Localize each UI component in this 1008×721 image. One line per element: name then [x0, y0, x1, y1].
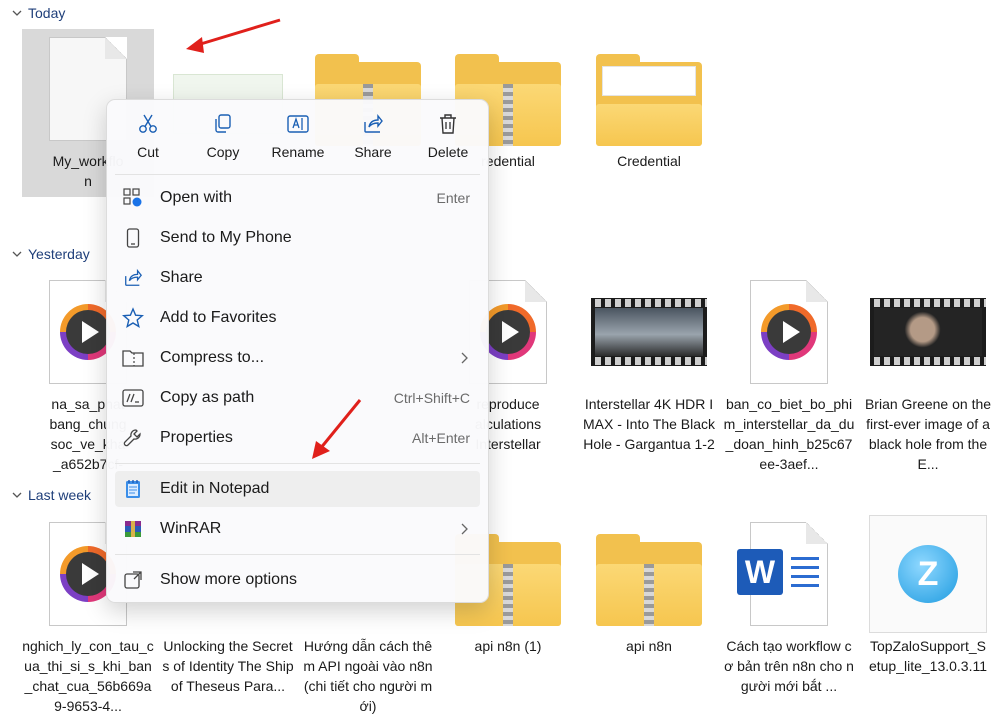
- winrar-icon: [125, 521, 141, 537]
- file-caption: api n8n (1): [474, 638, 542, 654]
- menu-item-show-more-options[interactable]: Show more options: [115, 562, 480, 598]
- share-label: Share: [354, 144, 392, 160]
- rename-button[interactable]: Rename: [261, 110, 335, 168]
- file-caption: ban_co_biet_bo_phim_interstellar_da_du_d…: [723, 396, 855, 472]
- file-caption: Credential: [617, 153, 681, 169]
- menu-item-add-to-favorites[interactable]: Add to Favorites: [115, 300, 480, 336]
- menu-item-compress-to[interactable]: Compress to...: [115, 340, 480, 376]
- menu-label: Share: [160, 269, 203, 286]
- video-thumbnail: [591, 298, 707, 366]
- copy-icon: [215, 114, 231, 133]
- group-header-last-week[interactable]: Last week: [12, 485, 91, 505]
- rename-label: Rename: [271, 144, 325, 160]
- menu-item-properties[interactable]: Properties Alt+Enter: [115, 420, 480, 456]
- chevron-down-icon: [12, 492, 22, 498]
- notepad-icon: [126, 480, 140, 498]
- file-tile-credential[interactable]: Credential: [583, 29, 715, 239]
- file-caption: Hướng dẫn cách thêm API ngoài vào n8n (c…: [303, 638, 433, 714]
- menu-item-edit-in-notepad[interactable]: Edit in Notepad: [115, 471, 480, 507]
- group-title-yesterday: Yesterday: [28, 246, 90, 262]
- media-file-icon: [750, 280, 828, 384]
- star-icon: [122, 307, 144, 328]
- chevron-right-icon: [461, 352, 468, 364]
- file-tile-api-n8n[interactable]: api n8n: [583, 514, 715, 721]
- file-caption: Brian Greene on the first-ever image of …: [864, 396, 992, 472]
- menu-shortcut: Enter: [436, 190, 470, 206]
- delete-button[interactable]: Delete: [411, 110, 485, 168]
- menu-item-send-to-phone[interactable]: Send to My Phone: [115, 220, 480, 256]
- file-tile-zalo-setup[interactable]: Z TopZaloSupport_Setup_lite_13.0.3.11: [868, 514, 988, 721]
- chevron-down-icon: [12, 251, 22, 257]
- zip-folder-icon: [596, 534, 702, 626]
- file-tile-interstellar-video[interactable]: Interstellar 4K HDR IMAX - Into The Blac…: [583, 272, 715, 482]
- cut-label: Cut: [137, 144, 159, 160]
- file-tile-media-3[interactable]: ban_co_biet_bo_phim_interstellar_da_du_d…: [723, 272, 855, 482]
- menu-shortcut: Alt+Enter: [412, 430, 470, 446]
- group-title-today: Today: [28, 5, 66, 21]
- menu-item-copy-as-path[interactable]: Copy as path Ctrl+Shift+C: [115, 380, 480, 416]
- file-caption: Unlocking the Secrets of Identity The Sh…: [162, 638, 294, 694]
- word-document-icon: W: [737, 522, 828, 626]
- wrench-icon: [123, 429, 141, 447]
- red-annotation-arrow: [186, 18, 281, 53]
- file-caption: api n8n: [626, 638, 672, 654]
- cut-button[interactable]: Cut: [111, 110, 185, 168]
- chevron-down-icon: [12, 10, 22, 16]
- file-tile-brian-greene-video[interactable]: Brian Greene on the first-ever image of …: [862, 272, 994, 482]
- copy-button[interactable]: Copy: [186, 110, 260, 168]
- menu-item-share[interactable]: Share: [115, 260, 480, 296]
- copy-label: Copy: [206, 144, 240, 160]
- share-icon: [125, 268, 142, 286]
- open-with-icon: [123, 188, 142, 207]
- more-options-icon: [124, 571, 142, 589]
- scissors-icon: [139, 114, 157, 133]
- file-caption: Interstellar 4K HDR IMAX - Into The Blac…: [583, 396, 716, 452]
- menu-label: WinRAR: [160, 520, 222, 537]
- menu-label: Show more options: [160, 571, 297, 588]
- menu-item-open-with[interactable]: Open with Enter: [115, 180, 480, 216]
- red-annotation-arrow: [312, 399, 362, 459]
- menu-label: Edit in Notepad: [160, 480, 270, 497]
- menu-shortcut: Ctrl+Shift+C: [393, 390, 470, 406]
- zalo-app-icon: Z: [869, 515, 987, 633]
- folder-icon: [596, 54, 702, 146]
- group-header-yesterday[interactable]: Yesterday: [12, 244, 90, 264]
- trash-icon: [440, 114, 456, 134]
- file-caption: nghich_ly_con_tau_cua_thi_si_s_khi_ban_c…: [22, 638, 154, 714]
- video-thumbnail: [870, 298, 986, 366]
- menu-label: Compress to...: [160, 349, 265, 366]
- phone-icon: [126, 228, 140, 248]
- compress-icon: [122, 350, 144, 367]
- group-header-today[interactable]: Today: [12, 3, 65, 23]
- file-tile-word-doc[interactable]: W Cách tạo workflow cơ bản trên n8n cho …: [723, 514, 855, 721]
- rename-icon: [287, 115, 309, 133]
- group-title-last-week: Last week: [28, 487, 92, 503]
- chevron-right-icon: [461, 523, 468, 535]
- file-caption: Cách tạo workflow cơ bản trên n8n cho ng…: [724, 638, 854, 694]
- copy-path-icon: [122, 389, 144, 407]
- menu-label: Add to Favorites: [160, 309, 277, 326]
- menu-item-winrar[interactable]: WinRAR: [115, 511, 480, 547]
- share-icon: [364, 114, 383, 133]
- menu-label: Properties: [160, 429, 233, 446]
- file-caption: TopZaloSupport_Setup_lite_13.0.3.11: [868, 638, 988, 674]
- menu-label: Send to My Phone: [160, 229, 292, 246]
- share-button[interactable]: Share: [336, 110, 410, 168]
- delete-label: Delete: [427, 144, 469, 160]
- context-menu: Cut Copy Rename Share Delete Open with E…: [106, 99, 489, 603]
- menu-label: Open with: [160, 189, 233, 206]
